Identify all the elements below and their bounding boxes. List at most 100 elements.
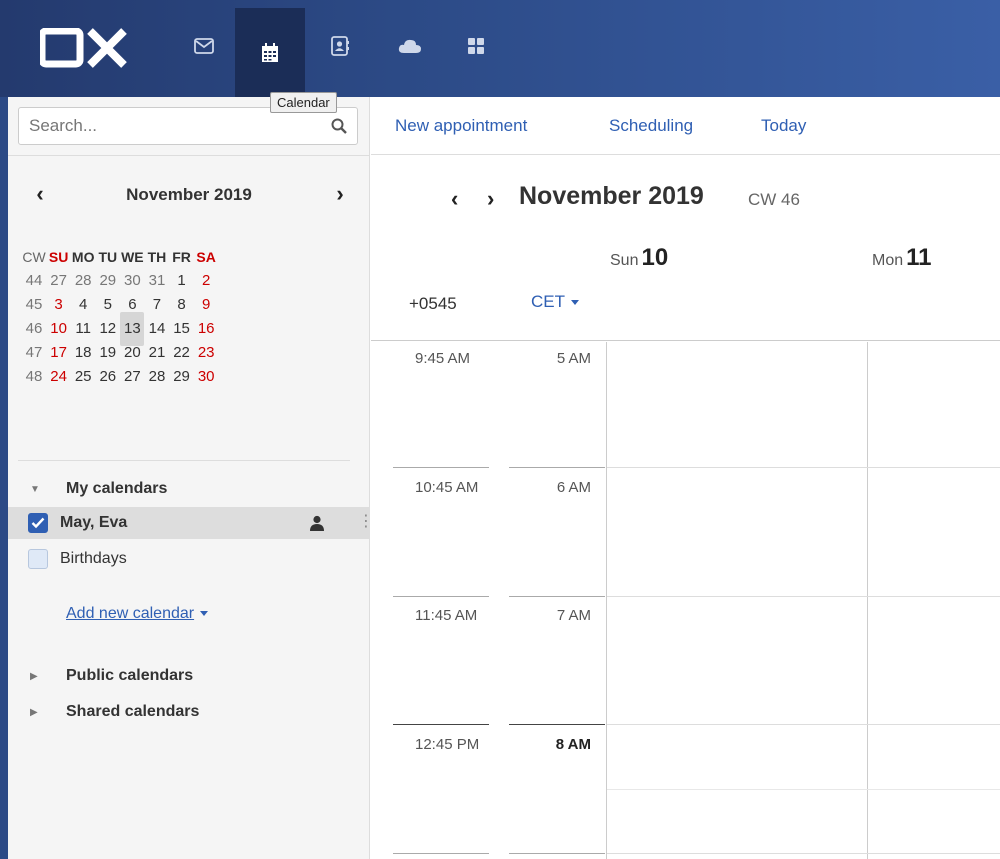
mini-calendar-week: 47 17 18 19 20 21 22 23 — [22, 341, 219, 365]
day-header-mon[interactable]: Mon 11 — [872, 244, 932, 272]
day-cell[interactable]: 23 — [194, 341, 218, 365]
weekday-label: TU — [98, 249, 118, 265]
add-new-calendar-link[interactable]: Add new calendar — [66, 605, 209, 623]
mini-calendar-grid: CW SU MO TU WE TH FR SA 44 27 28 29 30 3… — [22, 245, 219, 389]
day-cell[interactable]: 29 — [170, 365, 194, 389]
day-of-week: Mon — [872, 252, 904, 269]
caret-down-icon[interactable]: ▼ — [30, 484, 44, 495]
caret-right-icon[interactable]: ▶ — [30, 707, 44, 718]
day-header-sun[interactable]: Sun 10 — [610, 244, 668, 272]
grid-line — [867, 342, 868, 859]
day-cell[interactable]: 4 — [71, 293, 95, 317]
weekday-label: FR — [172, 249, 191, 265]
day-cell[interactable]: 18 — [71, 341, 95, 365]
toolbar: New appointment Scheduling Today — [371, 97, 1000, 155]
weekday-label: WE — [121, 249, 144, 265]
grid-line — [509, 853, 605, 854]
scheduling-button[interactable]: Scheduling — [609, 116, 693, 136]
calendar-item-may-eva[interactable]: May, Eva ⋮ — [8, 507, 374, 539]
day-cell[interactable]: 8 — [170, 293, 194, 317]
next-week-button[interactable]: › — [487, 186, 494, 212]
week-number: 45 — [25, 296, 43, 313]
grid-line — [393, 596, 489, 597]
day-cell[interactable]: 1 — [170, 269, 194, 293]
day-cell[interactable]: 26 — [96, 365, 120, 389]
day-number: 11 — [906, 244, 932, 271]
day-cell[interactable]: 25 — [71, 365, 95, 389]
day-cell[interactable]: 3 — [47, 293, 71, 317]
day-cell[interactable]: 2 — [194, 269, 218, 293]
day-cell[interactable]: 16 — [194, 317, 218, 341]
apps-grid-icon[interactable] — [454, 24, 498, 68]
calendar-name: Birthdays — [60, 550, 127, 567]
grid-line — [393, 724, 489, 725]
week-number: 47 — [25, 344, 43, 361]
day-cell[interactable]: 19 — [96, 341, 120, 365]
day-cell[interactable]: 28 — [71, 269, 95, 293]
day-cell[interactable]: 28 — [145, 365, 169, 389]
day-cell[interactable]: 22 — [170, 341, 194, 365]
calendar-checkbox[interactable] — [28, 513, 48, 533]
caret-down-icon — [200, 611, 209, 617]
ox-logo[interactable] — [38, 27, 130, 68]
day-cell[interactable]: 30 — [194, 365, 218, 389]
calendar-item-birthdays[interactable]: Birthdays — [8, 543, 370, 575]
shared-calendars-folder[interactable]: ▶ Shared calendars — [8, 696, 370, 728]
grid-line — [393, 853, 489, 854]
weekday-label: MO — [71, 249, 95, 265]
mini-calendar-weekday-header: CW SU MO TU WE TH FR SA — [22, 245, 219, 269]
day-cell[interactable]: 31 — [145, 269, 169, 293]
mini-calendar-title: November 2019 — [126, 185, 252, 204]
divider — [8, 155, 370, 156]
new-appointment-button[interactable]: New appointment — [395, 116, 527, 136]
day-cell[interactable]: 14 — [145, 317, 169, 341]
day-cell[interactable]: 20 — [120, 341, 144, 365]
grid-line — [607, 467, 1000, 468]
calendar-week-label: CW 46 — [748, 190, 800, 209]
calendar-checkbox[interactable] — [28, 549, 48, 569]
day-cell[interactable]: 17 — [47, 341, 71, 365]
divider — [18, 460, 350, 461]
day-cell[interactable]: 11 — [71, 317, 95, 341]
time-label-local: 10:45 AM — [415, 479, 479, 496]
shared-calendars-label: Shared calendars — [66, 703, 200, 720]
mini-calendar-header: ‹ November 2019 › — [8, 179, 370, 209]
caret-down-icon — [571, 300, 579, 306]
search-icon[interactable] — [331, 118, 347, 139]
day-cell[interactable]: 21 — [145, 341, 169, 365]
day-cell[interactable]: 12 — [96, 317, 120, 341]
day-cell[interactable]: 9 — [194, 293, 218, 317]
day-cell[interactable]: 10 — [47, 317, 71, 341]
weekday-label: CW — [22, 249, 46, 265]
calendar-icon[interactable] — [235, 8, 305, 97]
public-calendars-folder[interactable]: ▶ Public calendars — [8, 660, 370, 692]
day-cell[interactable]: 5 — [96, 293, 120, 317]
day-cell[interactable]: 29 — [96, 269, 120, 293]
my-calendars-label: My calendars — [66, 480, 168, 497]
day-cell[interactable]: 27 — [47, 269, 71, 293]
weekday-label: SU — [48, 249, 69, 265]
time-label-local: 12:45 PM — [415, 736, 480, 753]
address-book-icon[interactable] — [318, 24, 362, 68]
grid-line — [393, 467, 489, 468]
my-calendars-folder[interactable]: ▼ My calendars — [8, 473, 370, 505]
prev-week-button[interactable]: ‹ — [451, 186, 458, 212]
mail-icon[interactable] — [182, 24, 226, 68]
timezone-dropdown[interactable]: CET — [531, 292, 579, 312]
grid-line — [607, 853, 1000, 854]
today-button[interactable]: Today — [761, 116, 806, 136]
day-cell[interactable]: 15 — [170, 317, 194, 341]
cloud-icon[interactable] — [388, 24, 432, 68]
day-cell[interactable]: 27 — [120, 365, 144, 389]
time-label-local: 9:45 AM — [415, 350, 471, 367]
day-cell[interactable]: 24 — [47, 365, 71, 389]
mini-next-month-button[interactable]: › — [328, 181, 352, 207]
week-number: 44 — [25, 272, 43, 289]
caret-right-icon[interactable]: ▶ — [30, 671, 44, 682]
grid-line — [607, 789, 1000, 790]
day-cell[interactable]: 30 — [120, 269, 144, 293]
week-grid[interactable]: 9:45 AM 5 AM 10:45 AM 6 AM 11:45 AM 7 AM… — [371, 342, 1000, 859]
day-cell[interactable]: 7 — [145, 293, 169, 317]
search-input[interactable] — [19, 108, 357, 144]
grid-line — [606, 342, 607, 859]
